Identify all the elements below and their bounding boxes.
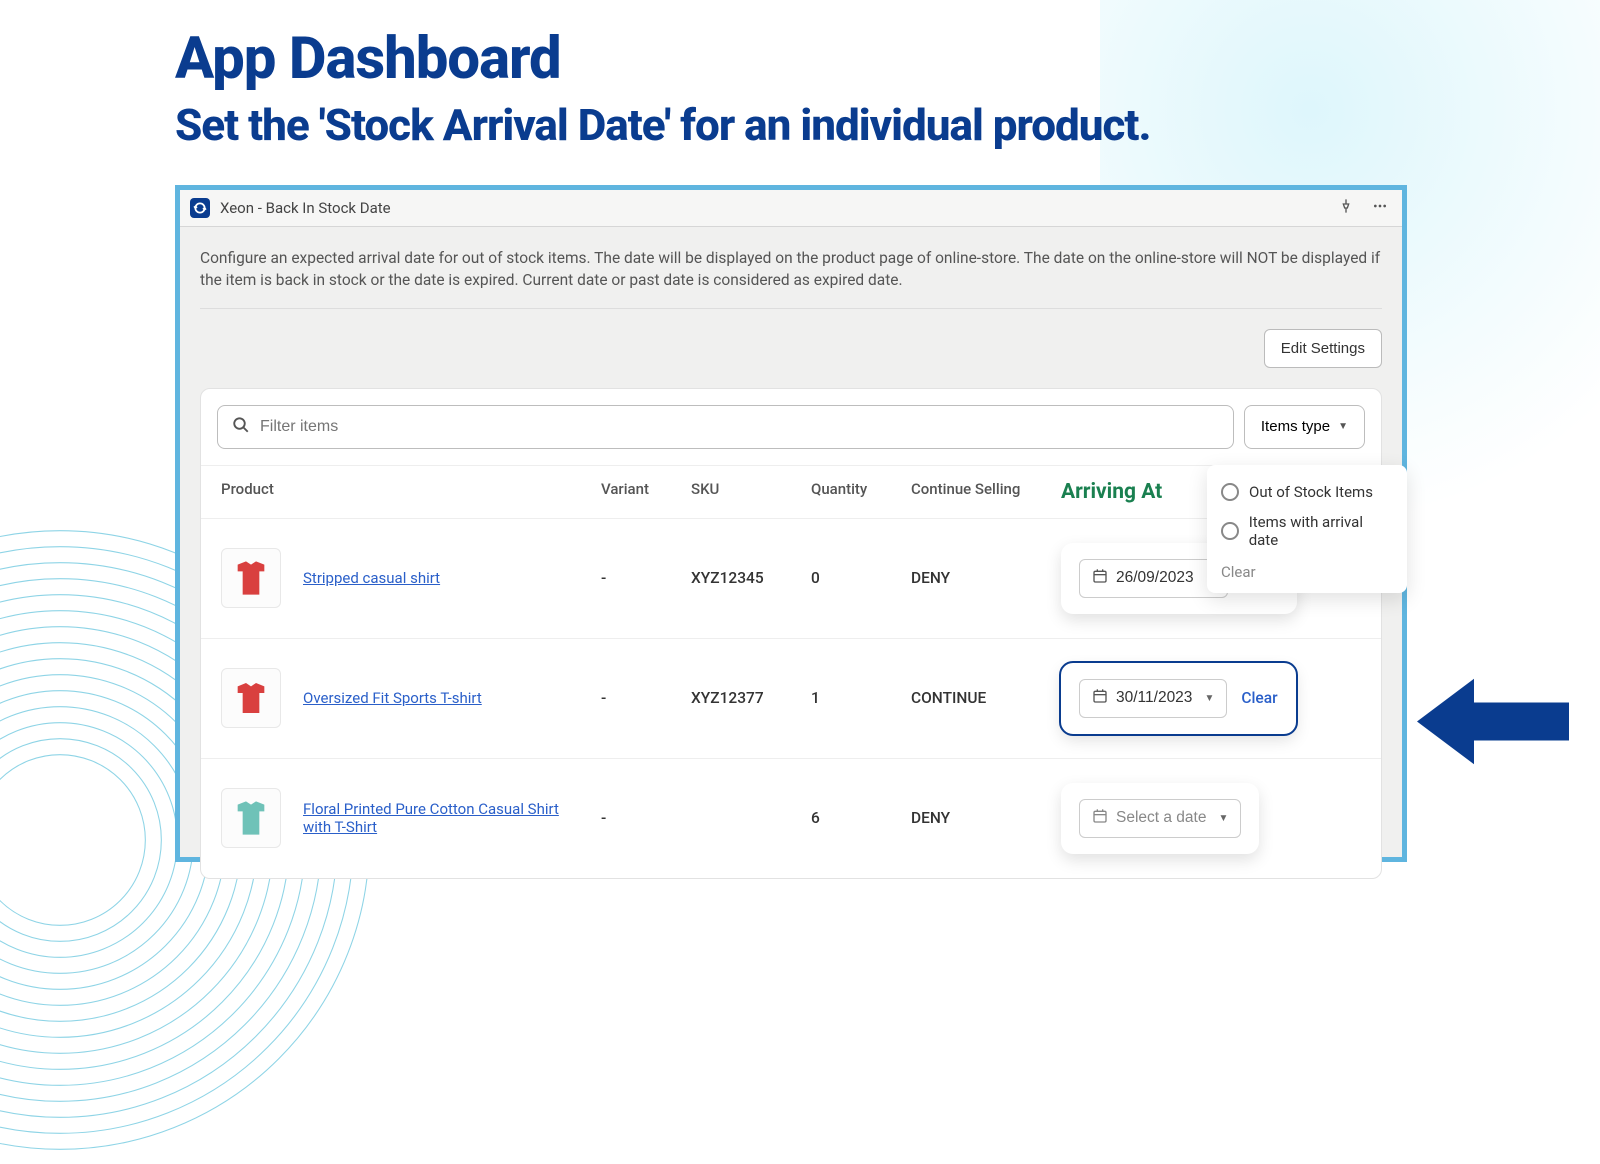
dropdown-clear[interactable]: Clear xyxy=(1221,555,1393,581)
product-link[interactable]: Stripped casual shirt xyxy=(303,569,440,587)
table-row: Oversized Fit Sports T-shirt - XYZ12377 … xyxy=(201,638,1381,758)
search-box[interactable] xyxy=(217,405,1234,449)
product-thumb-icon xyxy=(221,668,281,728)
help-text: Configure an expected arrival date for o… xyxy=(200,247,1382,309)
app-logo-icon xyxy=(190,198,210,218)
edit-settings-button[interactable]: Edit Settings xyxy=(1264,329,1382,368)
app-title: Xeon - Back In Stock Date xyxy=(220,199,391,217)
caret-down-icon: ▼ xyxy=(1204,693,1214,704)
variant-cell: - xyxy=(601,689,691,707)
table-header: Product Variant SKU Quantity Continue Se… xyxy=(201,465,1381,518)
col-continue: Continue Selling xyxy=(911,480,1061,504)
items-type-dropdown: Out of Stock Items Items with arrival da… xyxy=(1207,465,1407,593)
col-variant: Variant xyxy=(601,480,691,504)
product-thumb-icon xyxy=(221,788,281,848)
option-label: Items with arrival date xyxy=(1249,513,1393,549)
continue-cell: CONTINUE xyxy=(911,689,1061,707)
option-label: Out of Stock Items xyxy=(1249,483,1373,501)
search-icon xyxy=(232,416,250,438)
continue-cell: DENY xyxy=(911,569,1061,587)
product-link[interactable]: Floral Printed Pure Cotton Casual Shirt … xyxy=(303,800,563,836)
items-panel: Items type ▼ Product Variant SKU Quantit… xyxy=(200,388,1382,879)
app-bar: Xeon - Back In Stock Date xyxy=(180,190,1402,227)
filter-option-arrival-date[interactable]: Items with arrival date xyxy=(1221,507,1393,555)
date-picker-button[interactable]: 30/11/2023 ▼ xyxy=(1079,679,1227,718)
product-link[interactable]: Oversized Fit Sports T-shirt xyxy=(303,689,482,707)
caret-down-icon: ▼ xyxy=(1338,421,1348,432)
pin-icon[interactable] xyxy=(1334,194,1358,222)
items-type-label: Items type xyxy=(1261,418,1330,435)
calendar-icon xyxy=(1092,808,1108,829)
qty-cell: 1 xyxy=(811,689,911,707)
items-type-button[interactable]: Items type ▼ xyxy=(1244,405,1365,449)
more-icon[interactable] xyxy=(1368,194,1392,222)
arrival-card-highlighted: 30/11/2023 ▼ Clear xyxy=(1061,663,1296,734)
radio-icon xyxy=(1221,522,1239,540)
col-product: Product xyxy=(221,480,601,504)
radio-icon xyxy=(1221,483,1239,501)
variant-cell: - xyxy=(601,809,691,827)
col-quantity: Quantity xyxy=(811,480,911,504)
sku-cell: XYZ12377 xyxy=(691,689,811,707)
sku-cell: XYZ12345 xyxy=(691,569,811,587)
date-value: 26/09/2023 xyxy=(1116,569,1194,587)
date-value: 30/11/2023 xyxy=(1116,689,1192,707)
filter-option-out-of-stock[interactable]: Out of Stock Items xyxy=(1221,477,1393,507)
qty-cell: 0 xyxy=(811,569,911,587)
calendar-icon xyxy=(1092,568,1108,589)
page-subtitle: Set the 'Stock Arrival Date' for an indi… xyxy=(175,99,1550,152)
col-sku: SKU xyxy=(691,480,811,504)
calendar-icon xyxy=(1092,688,1108,709)
search-input[interactable] xyxy=(260,418,1219,436)
clear-date-link[interactable]: Clear xyxy=(1241,689,1277,707)
qty-cell: 6 xyxy=(811,809,911,827)
variant-cell: - xyxy=(601,569,691,587)
arrival-card: Select a date ▼ xyxy=(1061,783,1259,854)
page-title: App Dashboard xyxy=(175,25,1550,93)
table-row: Stripped casual shirt - XYZ12345 0 DENY … xyxy=(201,518,1381,638)
date-value: Select a date xyxy=(1116,809,1206,827)
continue-cell: DENY xyxy=(911,809,1061,827)
callout-arrow-icon xyxy=(1415,674,1571,769)
app-frame: Xeon - Back In Stock Date Configure an e… xyxy=(175,185,1407,862)
table-row: Floral Printed Pure Cotton Casual Shirt … xyxy=(201,758,1381,878)
product-thumb-icon xyxy=(221,548,281,608)
date-picker-button[interactable]: Select a date ▼ xyxy=(1079,799,1241,838)
caret-down-icon: ▼ xyxy=(1218,813,1228,824)
